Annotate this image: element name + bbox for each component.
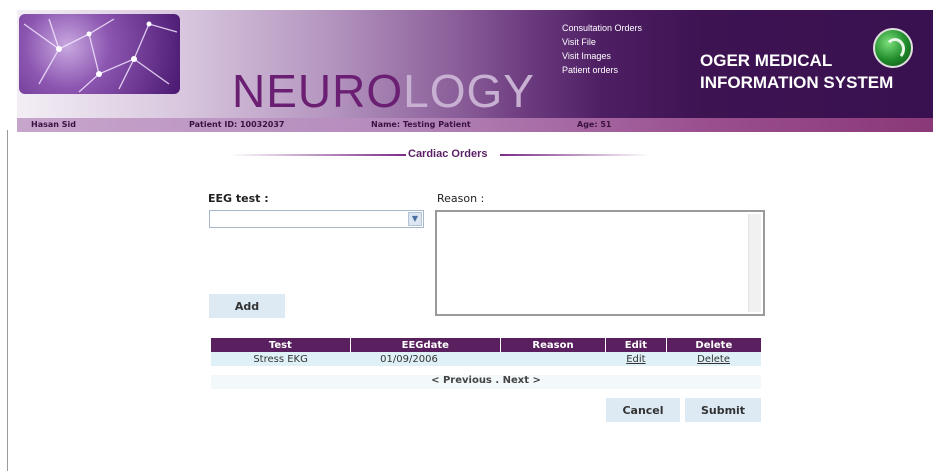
edit-link[interactable]: Edit: [605, 352, 667, 366]
pager: < Previous . Next >: [211, 375, 761, 389]
reason-label: Reason :: [437, 192, 485, 205]
patient-id: Patient ID: 10032037: [189, 120, 285, 129]
eeg-test-value: [210, 218, 213, 229]
title-part-light: LOGY: [403, 65, 535, 117]
chevron-down-icon[interactable]: ▼: [408, 212, 422, 226]
section-header: Cardiac Orders: [0, 148, 933, 162]
col-delete: Delete: [666, 338, 761, 352]
add-button[interactable]: Add: [209, 294, 285, 318]
table-row: Stress EKG 01/09/2006 Edit Delete: [211, 352, 761, 366]
delete-link[interactable]: Delete: [666, 352, 761, 366]
eeg-test-select[interactable]: ▼: [209, 210, 424, 228]
patient-age: Age: 51: [577, 120, 612, 129]
orders-table: Test EEGdate Reason Edit Delete Stress E…: [211, 338, 761, 366]
col-reason: Reason: [500, 338, 607, 352]
neuron-image: [19, 14, 180, 94]
page-title: NEUROLOGY: [232, 68, 535, 114]
section-line-left: [230, 154, 406, 156]
menu-visit-file[interactable]: Visit File: [562, 35, 642, 49]
pager-separator: .: [491, 375, 503, 386]
cell-reason: [500, 352, 606, 366]
previous-link[interactable]: < Previous: [431, 375, 492, 386]
cancel-button[interactable]: Cancel: [606, 398, 680, 422]
submit-button[interactable]: Submit: [685, 398, 761, 422]
section-title: Cardiac Orders: [408, 148, 488, 160]
cell-date: 01/09/2006: [350, 352, 501, 366]
menu-consultation-orders[interactable]: Consultation Orders: [562, 21, 642, 35]
menu-visit-images[interactable]: Visit Images: [562, 49, 642, 63]
title-part-dark: NEURO: [232, 65, 404, 117]
reason-textarea[interactable]: [435, 210, 765, 316]
cell-test: Stress EKG: [211, 352, 351, 366]
brand-name: OGER MEDICAL INFORMATION SYSTEM: [700, 50, 893, 94]
col-edit: Edit: [605, 338, 667, 352]
menu-patient-orders[interactable]: Patient orders: [562, 63, 642, 77]
next-link[interactable]: Next >: [503, 375, 541, 386]
left-border: [7, 130, 8, 471]
app-header: NEUROLOGY Consultation Orders Visit File…: [17, 10, 933, 118]
table-header-row: Test EEGdate Reason Edit Delete: [211, 338, 761, 352]
patient-info-bar: Hasan Sid Patient ID: 10032037 Name: Tes…: [17, 118, 933, 132]
header-menu: Consultation Orders Visit File Visit Ima…: [562, 21, 642, 77]
col-test: Test: [211, 338, 351, 352]
user-name: Hasan Sid: [31, 120, 76, 129]
reason-scrollbar[interactable]: [748, 214, 761, 312]
eeg-test-label: EEG test :: [208, 192, 269, 205]
section-line-right: [500, 154, 650, 156]
brand-line-1: OGER MEDICAL: [700, 51, 833, 70]
col-eegdate: EEGdate: [350, 338, 501, 352]
brand-line-2: INFORMATION SYSTEM: [700, 73, 894, 92]
patient-name: Name: Testing Patient: [371, 120, 471, 129]
